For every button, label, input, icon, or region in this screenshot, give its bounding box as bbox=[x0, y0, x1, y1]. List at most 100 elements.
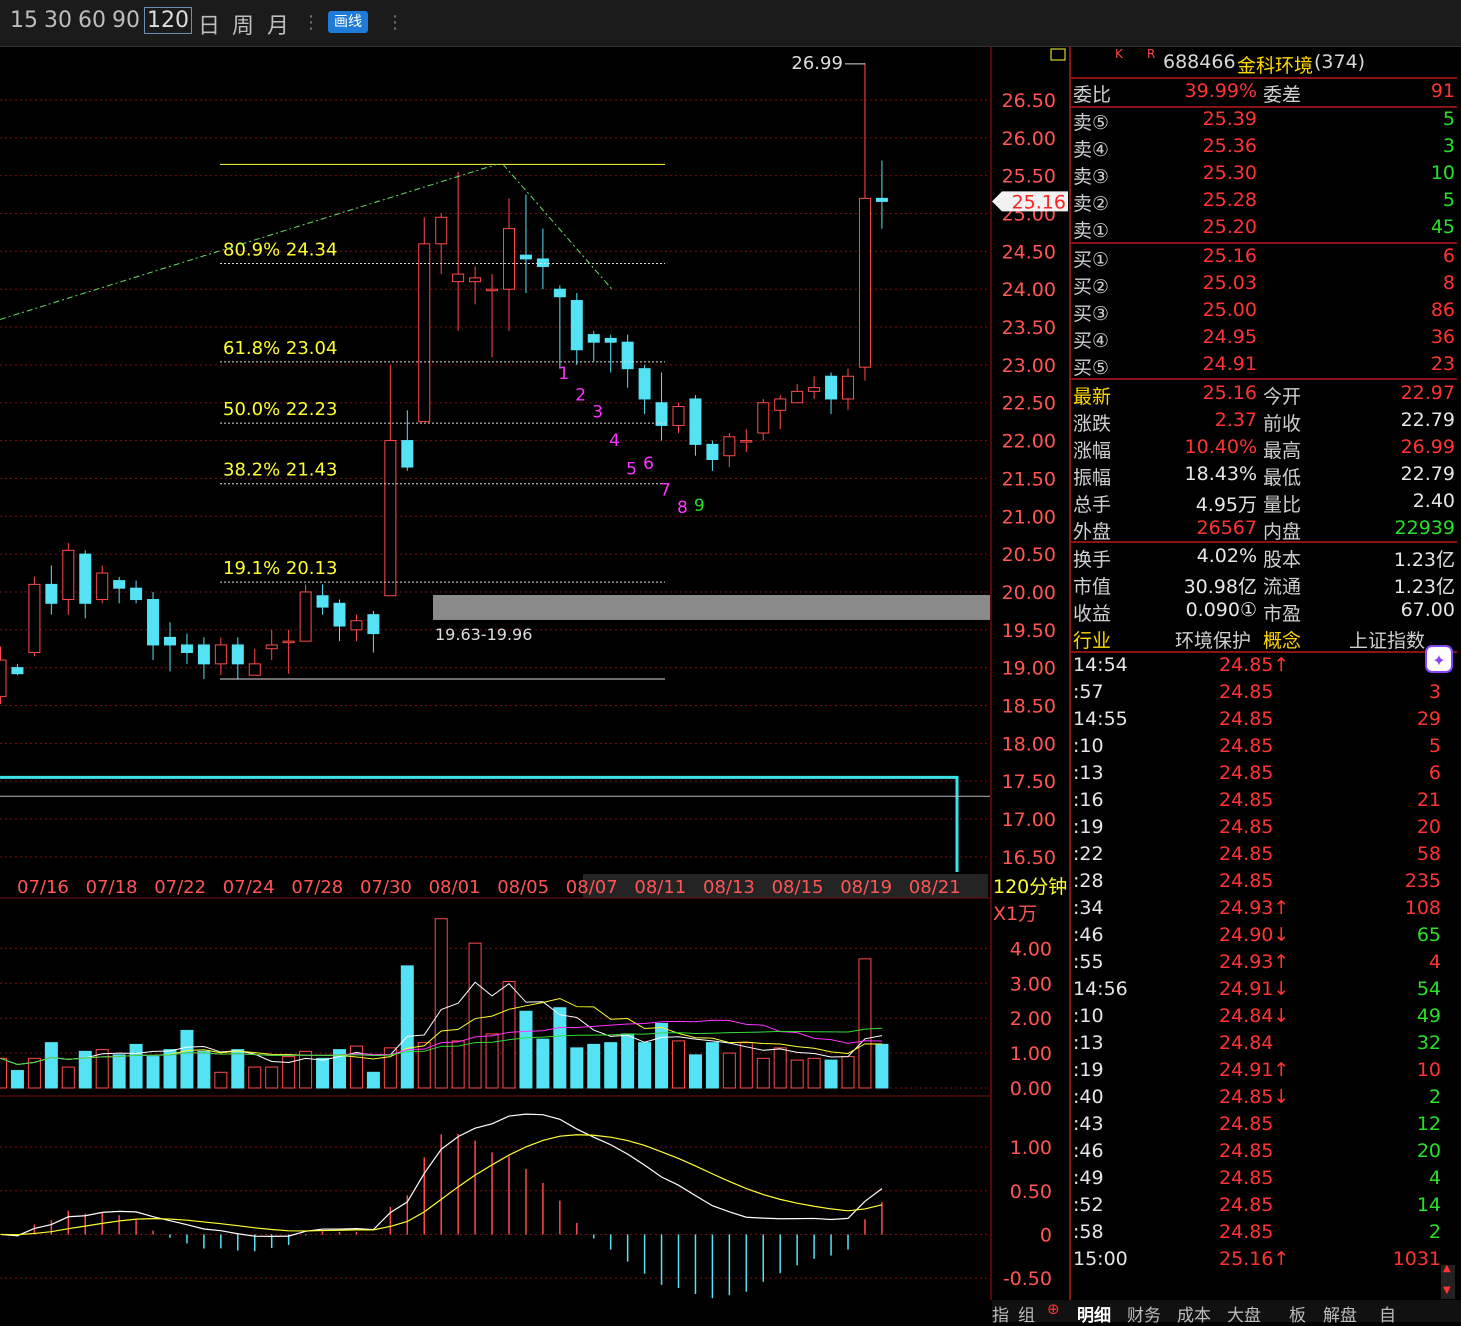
row-value: 24.91 bbox=[1202, 353, 1257, 375]
assistant-icon[interactable]: ✦ bbox=[1425, 645, 1453, 673]
volume-bar bbox=[790, 1059, 804, 1089]
panel-divider bbox=[1069, 77, 1457, 79]
row-value: 22939 bbox=[1394, 517, 1455, 539]
candle-body bbox=[231, 644, 244, 665]
price-tick-label: 22.00 bbox=[1002, 431, 1056, 453]
volume-bar bbox=[858, 958, 872, 1089]
current-price-label: 25.16 bbox=[1012, 191, 1066, 213]
volume-bar bbox=[536, 1038, 550, 1089]
volume-bar bbox=[316, 1057, 330, 1089]
macd-tick-label: 0 bbox=[1040, 1224, 1052, 1246]
indicator-tab[interactable]: 指 bbox=[992, 1301, 1009, 1326]
timeframe-60[interactable]: 60 bbox=[78, 8, 106, 33]
tick-time: :52 bbox=[1073, 1194, 1104, 1216]
candle-body bbox=[469, 277, 482, 283]
timeframe-120[interactable]: 120 bbox=[144, 7, 192, 34]
candle-body bbox=[197, 644, 210, 665]
timeframe-day[interactable]: 日 bbox=[198, 8, 220, 40]
volume-bar bbox=[672, 1040, 685, 1089]
row-value: 45 bbox=[1430, 216, 1455, 238]
td-count-label: 9 bbox=[694, 496, 705, 516]
row-value: 上证指数 bbox=[1349, 630, 1426, 652]
timeframe-15[interactable]: 15 bbox=[10, 8, 38, 33]
tick-price: 24.85 bbox=[1219, 708, 1274, 730]
tick-price: 24.85 bbox=[1219, 735, 1274, 757]
tick-time: :57 bbox=[1073, 681, 1104, 703]
tick-time: :43 bbox=[1073, 1113, 1104, 1135]
row-label: 今开 bbox=[1263, 386, 1302, 408]
panel-tabs: 明细 财务 成本 大盘 板解盘自 bbox=[1069, 1300, 1461, 1326]
row-value: 5 bbox=[1442, 108, 1455, 130]
price-tick-label: 17.00 bbox=[1002, 809, 1056, 831]
candle-body bbox=[299, 591, 312, 642]
scroll-down-icon[interactable]: ▼ bbox=[1443, 1285, 1451, 1296]
stock-suffix: (374) bbox=[1314, 51, 1366, 73]
tick-time: :13 bbox=[1073, 762, 1104, 784]
candle-body bbox=[519, 254, 532, 260]
stock-chart[interactable]: 26.5026.0025.5025.0024.5024.0023.5023.00… bbox=[0, 47, 1069, 1300]
td-count-label: 3 bbox=[592, 403, 603, 423]
candle-body bbox=[689, 398, 702, 445]
date-tick-label: 08/05 bbox=[497, 877, 549, 898]
tick-price: 24.85 bbox=[1219, 789, 1274, 811]
tick-time: 15:00 bbox=[1073, 1248, 1128, 1270]
volume-bar bbox=[44, 1042, 58, 1089]
timeframe-90[interactable]: 90 bbox=[112, 8, 140, 33]
tick-price: 24.91↑ bbox=[1219, 1059, 1290, 1081]
k-label: K bbox=[1115, 47, 1123, 61]
tick-time: :58 bbox=[1073, 1221, 1104, 1243]
volume-bar bbox=[553, 1007, 567, 1089]
volume-bar bbox=[265, 1066, 279, 1089]
panel-tab[interactable]: 财务 bbox=[1127, 1301, 1161, 1326]
candle-body bbox=[96, 572, 109, 601]
row-label: 换手 bbox=[1073, 549, 1112, 571]
candle-body bbox=[147, 599, 160, 646]
row-value: 25.03 bbox=[1202, 272, 1257, 294]
volume-bar bbox=[434, 918, 448, 1089]
panel-tab[interactable]: 大盘 bbox=[1227, 1301, 1261, 1326]
scroll-up-icon[interactable]: ▲ bbox=[1443, 1263, 1451, 1274]
tick-volume: 3 bbox=[1428, 681, 1441, 703]
candle-body bbox=[384, 440, 397, 597]
td-count-label: 1 bbox=[558, 364, 569, 384]
candle-body bbox=[316, 595, 329, 608]
volume-bar bbox=[756, 1057, 770, 1089]
macd-tick-label: 0.50 bbox=[1010, 1181, 1052, 1203]
tick-time: :10 bbox=[1073, 735, 1104, 757]
high-price-label: 26.99 bbox=[791, 53, 843, 74]
fib-label: 50.0% 22.23 bbox=[223, 399, 337, 420]
row-label: 卖③ bbox=[1073, 166, 1110, 188]
volume-bar bbox=[875, 1043, 889, 1089]
candle-body bbox=[164, 636, 176, 646]
row-value: 39.99% bbox=[1184, 80, 1257, 102]
timeframe-week[interactable]: 周 bbox=[232, 8, 254, 40]
group-tab[interactable]: 组 bbox=[1018, 1301, 1035, 1326]
draw-line-button[interactable]: 画线 bbox=[328, 11, 368, 33]
row-value: 0.090① bbox=[1185, 599, 1257, 621]
volume-bar bbox=[299, 1050, 313, 1089]
panel-tab[interactable]: 自 bbox=[1379, 1301, 1396, 1326]
row-label: 流通 bbox=[1263, 576, 1302, 598]
panel-tab[interactable]: 成本 bbox=[1177, 1301, 1211, 1326]
add-icon[interactable]: ⊕ bbox=[1047, 1300, 1060, 1318]
volume-tick-label: 3.00 bbox=[1010, 973, 1052, 995]
row-value: 22.79 bbox=[1400, 463, 1455, 485]
row-value: 4.95万 bbox=[1195, 494, 1257, 516]
candle-body bbox=[842, 375, 854, 400]
stock-code: 688466 bbox=[1163, 51, 1236, 73]
timeframe-30[interactable]: 30 bbox=[44, 8, 72, 33]
row-label: 涨幅 bbox=[1073, 440, 1112, 462]
candle-body bbox=[0, 659, 7, 697]
tick-price: 24.85 bbox=[1219, 1140, 1274, 1162]
price-tick-label: 18.00 bbox=[1002, 733, 1056, 755]
row-label: 买④ bbox=[1073, 330, 1110, 352]
volume-bar bbox=[824, 1059, 838, 1089]
tick-time: :16 bbox=[1073, 789, 1104, 811]
tick-volume: 58 bbox=[1416, 843, 1441, 865]
panel-tab[interactable]: 解盘 bbox=[1323, 1301, 1357, 1326]
row-value: 18.43% bbox=[1184, 463, 1257, 485]
panel-tab[interactable]: 明细 bbox=[1077, 1301, 1111, 1326]
panel-tab[interactable]: 板 bbox=[1289, 1301, 1306, 1326]
timeframe-month[interactable]: 月 bbox=[267, 8, 289, 40]
row-label: 最新 bbox=[1073, 386, 1112, 408]
